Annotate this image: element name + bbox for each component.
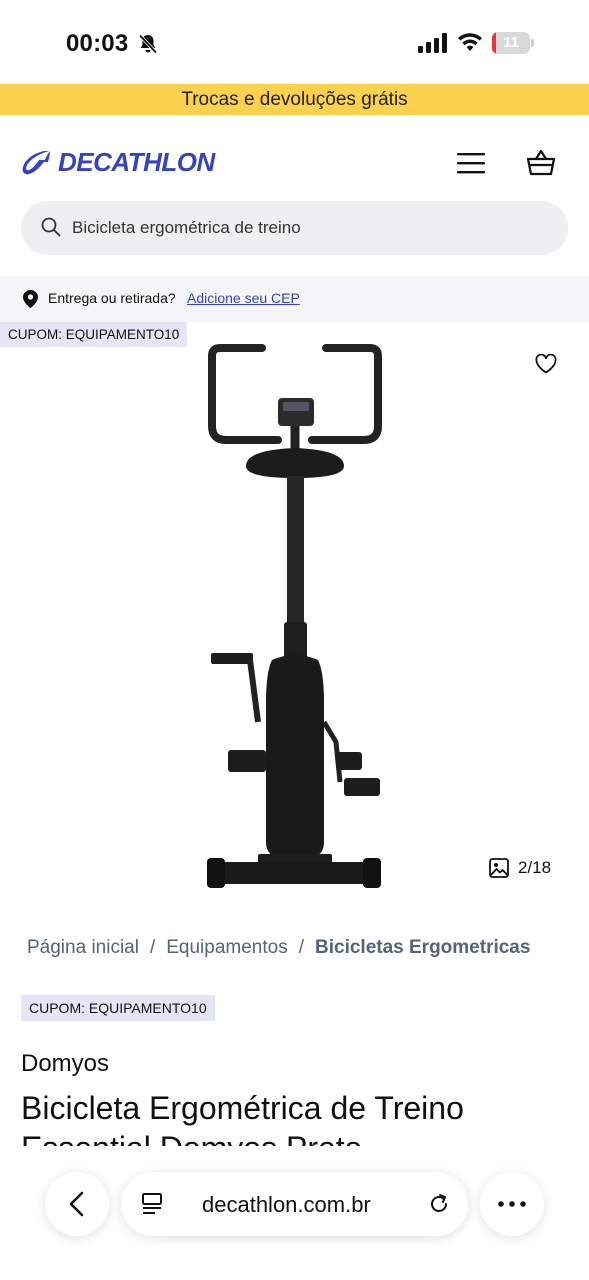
menu-icon[interactable] (457, 152, 485, 174)
heart-icon[interactable] (535, 354, 557, 374)
back-icon (69, 1191, 84, 1217)
breadcrumb-current[interactable]: Bicicletas Ergometricas (315, 937, 530, 959)
exercise-bike-image (207, 344, 382, 888)
reader-icon[interactable] (141, 1192, 163, 1216)
more-button[interactable] (480, 1172, 544, 1236)
breadcrumb-separator: / (149, 937, 156, 958)
search-value: Bicicleta ergométrica de treino (72, 218, 301, 237)
gallery-counter-text: 2/18 (518, 858, 552, 877)
url-text: decathlon.com.br (202, 1192, 371, 1217)
product-title: Bicicleta Ergométrica de Treino Essentia… (21, 1090, 464, 1146)
delivery-label: Entrega ou retirada? (48, 290, 176, 306)
breadcrumb-equipamentos[interactable]: Equipamentos (166, 937, 287, 959)
breadcrumb: Página inicial / Equipamentos / Biciclet… (27, 937, 530, 959)
image-icon (489, 858, 509, 878)
address-bar[interactable]: decathlon.com.br (121, 1172, 468, 1236)
battery-nub (531, 39, 534, 47)
battery-icon: 11 (492, 32, 530, 54)
gallery-counter: 2/18 (489, 858, 551, 878)
battery-level: 11 (503, 34, 519, 51)
promo-banner[interactable]: Trocas e devoluções grátis (0, 84, 589, 115)
coupon-badge: CUPOM: EQUIPAMENTO10 (21, 995, 215, 1021)
location-pin-icon (23, 290, 38, 308)
basket-icon[interactable] (526, 148, 556, 178)
search-icon (41, 217, 61, 237)
product-image-carousel[interactable] (0, 322, 589, 902)
bell-slash-icon (138, 34, 158, 54)
status-time: 00:03 (66, 30, 129, 57)
delivery-bar: Entrega ou retirada? Adicione seu CEP (0, 276, 589, 322)
search-input[interactable]: Bicicleta ergométrica de treino (21, 201, 568, 255)
reload-icon[interactable] (427, 1192, 451, 1216)
more-icon (498, 1201, 526, 1207)
breadcrumb-home[interactable]: Página inicial (27, 937, 139, 959)
decathlon-logo[interactable]: DECATHLON (20, 147, 215, 178)
logo-text: DECATHLON (58, 147, 215, 177)
site-header: DECATHLON Bicicleta ergométrica de trein… (0, 115, 589, 275)
wifi-icon (458, 33, 482, 51)
status-bar: 00:03 11 (0, 0, 589, 84)
signal-icon (418, 33, 447, 53)
decathlon-swoosh-icon (22, 150, 50, 174)
back-button[interactable] (45, 1172, 109, 1236)
add-cep-link[interactable]: Adicione seu CEP (187, 290, 300, 306)
product-brand[interactable]: Domyos (21, 1050, 109, 1078)
breadcrumb-separator: / (298, 937, 304, 958)
browser-toolbar: decathlon.com.br (0, 1146, 589, 1280)
coupon-badge-gallery: CUPOM: EQUIPAMENTO10 (0, 322, 188, 347)
